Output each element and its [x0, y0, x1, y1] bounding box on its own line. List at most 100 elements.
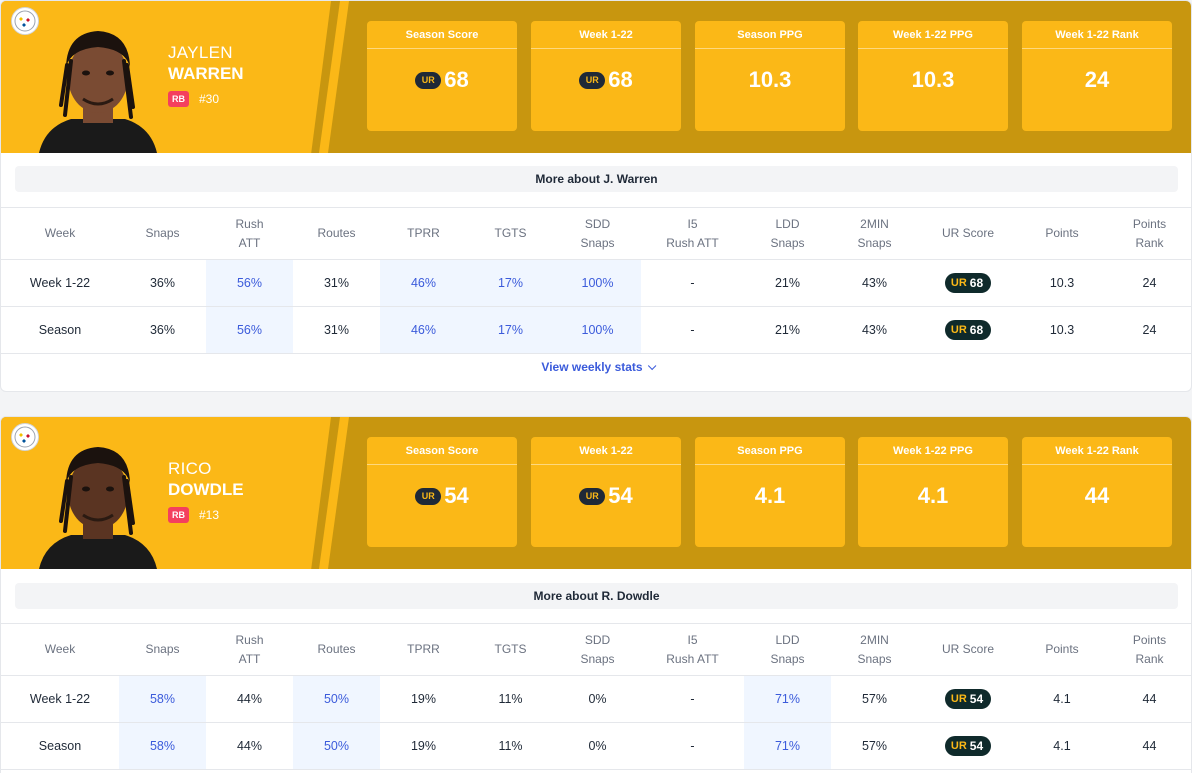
column-header[interactable]: 2MIN Snaps	[831, 623, 918, 676]
stat-card: Season PPG 4.1	[695, 437, 845, 547]
view-weekly-stats-label: View weekly stats	[541, 360, 643, 374]
column-header[interactable]: UR Score	[918, 207, 1018, 260]
stat-value: 54	[444, 483, 469, 508]
player-last-name: WARREN	[168, 64, 244, 83]
column-header-line: Snaps	[770, 235, 805, 250]
table-cell: 44	[1106, 675, 1191, 723]
column-header-line: 2MIN	[860, 216, 889, 231]
column-header[interactable]: Points Rank	[1106, 207, 1191, 260]
column-header-line: UR Score	[941, 642, 994, 656]
column-header[interactable]: SDD Snaps	[554, 623, 641, 676]
ur-score-cell: UR 68	[918, 259, 1018, 307]
column-header-line: Routes	[317, 642, 356, 656]
table-cell: 24	[1106, 306, 1191, 354]
stat-card: Week 1-22 Rank 44	[1022, 437, 1172, 547]
column-header[interactable]: Points	[1018, 207, 1106, 260]
stat-value-row: 10.3	[695, 67, 845, 93]
ur-score-badge: UR 54	[944, 736, 992, 756]
column-header[interactable]: SDD Snaps	[554, 207, 641, 260]
table-cell: 43%	[831, 259, 918, 307]
more-about-button[interactable]: More about R. Dowdle	[15, 583, 1178, 609]
ur-score-value: 68	[969, 323, 984, 337]
stat-value: 10.3	[748, 67, 792, 92]
stat-card: Season Score UR 54	[367, 437, 517, 547]
column-header[interactable]: Snaps	[119, 623, 206, 676]
table-row: Season 36% 56% 31% 46% 17% 100% -21% 43% UR 68 10.3…	[1, 306, 1191, 354]
column-header[interactable]: Points	[1018, 623, 1106, 676]
table-cell: -	[641, 259, 744, 307]
column-header-line: LDD	[775, 632, 800, 647]
table-cell: 11%	[467, 675, 554, 723]
column-header-line: SDD	[584, 216, 611, 231]
column-header[interactable]: UR Score	[918, 623, 1018, 676]
column-header[interactable]: TGTS	[467, 207, 554, 260]
table-row: Week 1-22 36% 56% 31% 46% 17% 100% -21% 43% UR 68 1…	[1, 259, 1191, 307]
stat-value-row: UR 68	[531, 67, 681, 93]
table-cell: 36%	[119, 259, 206, 307]
stat-value-row: 44	[1022, 483, 1172, 509]
column-header-line: Snaps	[580, 651, 615, 666]
player-first-name: RICO	[168, 459, 212, 478]
table-cell: 4.1	[1018, 722, 1106, 770]
stat-value: 4.1	[754, 483, 786, 508]
ur-badge-text: UR	[421, 75, 435, 85]
table-cell: 31%	[293, 306, 380, 354]
column-header[interactable]: TPRR	[380, 623, 467, 676]
table-cell: 19%	[380, 722, 467, 770]
column-header[interactable]: Routes	[293, 207, 380, 260]
column-header-line: SDD	[584, 632, 611, 647]
ur-score-value: 54	[969, 739, 984, 753]
ur-score-icon: UR	[950, 324, 967, 336]
table-cell: 36%	[119, 306, 206, 354]
column-header[interactable]: I5 Rush ATT	[641, 623, 744, 676]
table-cell: 71%	[744, 675, 831, 723]
column-header[interactable]: TGTS	[467, 623, 554, 676]
column-header[interactable]: Rush ATT	[206, 207, 293, 260]
column-header[interactable]: I5 Rush ATT	[641, 207, 744, 260]
column-header[interactable]: Week	[1, 207, 119, 260]
column-header[interactable]: 2MIN Snaps	[831, 207, 918, 260]
table-cell: 44	[1106, 722, 1191, 770]
ur-score-icon: UR	[950, 693, 967, 705]
table-cell: 17%	[467, 306, 554, 354]
column-header-line: TPRR	[407, 642, 440, 656]
view-weekly-stats-link[interactable]: View weekly stats	[1, 360, 1191, 374]
stat-card: Week 1-22 UR 68	[531, 21, 681, 131]
more-about-button[interactable]: More about J. Warren	[15, 166, 1178, 192]
stat-label: Week 1-22 PPG	[858, 445, 1008, 465]
stats-table: Week Snaps Rush ATT Routes TPRR TGTS SDD Snaps I5…	[1, 207, 1191, 354]
column-header[interactable]: Points Rank	[1106, 623, 1191, 676]
player-name: JAYLEN WARREN RB #30	[168, 43, 244, 107]
column-header[interactable]: Snaps	[119, 207, 206, 260]
column-header[interactable]: LDD Snaps	[744, 623, 831, 676]
player-first-name: JAYLEN	[168, 43, 233, 62]
jersey-number: #13	[199, 508, 220, 522]
table-cell: 58%	[119, 675, 206, 723]
column-header-line: Rush	[235, 632, 264, 647]
table-cell: 0%	[554, 722, 641, 770]
column-header[interactable]: Rush ATT	[206, 623, 293, 676]
ur-score-value: 54	[969, 692, 984, 706]
stat-label: Week 1-22 Rank	[1022, 445, 1172, 465]
ur-badge-text: UR	[421, 491, 435, 501]
column-header[interactable]: Week	[1, 623, 119, 676]
column-header[interactable]: Routes	[293, 623, 380, 676]
column-header-line: Points	[1132, 216, 1167, 231]
stat-value: 44	[1084, 483, 1110, 508]
stat-value-row: 4.1	[695, 483, 845, 509]
column-header[interactable]: TPRR	[380, 207, 467, 260]
ur-score-icon: UR	[415, 71, 442, 89]
column-header[interactable]: LDD Snaps	[744, 207, 831, 260]
stat-label: Season Score	[367, 29, 517, 49]
column-header-line: Routes	[317, 226, 356, 240]
stat-card: Week 1-22 UR 54	[531, 437, 681, 547]
column-header-line: Points	[1132, 632, 1167, 647]
table-cell: Week 1-22	[1, 259, 119, 307]
column-header-line: Rush ATT	[666, 651, 719, 666]
table-cell: 58%	[119, 722, 206, 770]
ur-score-value: 68	[969, 276, 984, 290]
player-meta: RB #30	[168, 91, 244, 107]
stat-card: Week 1-22 PPG 10.3	[858, 21, 1008, 131]
ur-badge-text: UR	[585, 75, 599, 85]
stat-card: Season Score UR 68	[367, 21, 517, 131]
